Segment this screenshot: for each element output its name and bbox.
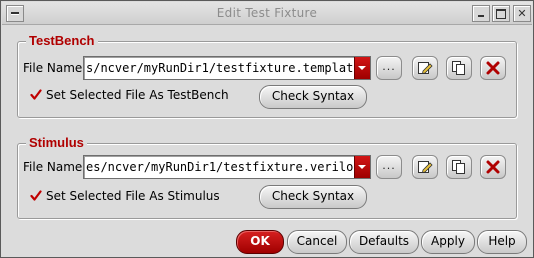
stimulus-group: Stimulus File Name es/ncver/myRunDir1/te… (17, 135, 517, 219)
help-button[interactable]: Help (477, 230, 527, 254)
edit-icon (418, 62, 433, 75)
testbench-check-syntax-button[interactable]: Check Syntax (259, 85, 367, 109)
stimulus-checkbox[interactable] (30, 190, 42, 202)
defaults-button[interactable]: Defaults (349, 230, 419, 254)
browse-label: ... (382, 60, 396, 73)
stimulus-group-label: Stimulus (26, 135, 87, 151)
testbench-group-label: TestBench (26, 33, 98, 49)
close-icon[interactable]: ✕ (513, 5, 531, 22)
delete-icon (486, 61, 500, 75)
minimize-icon[interactable] (472, 5, 490, 22)
copy-icon (452, 160, 465, 174)
chevron-down-icon[interactable] (354, 57, 370, 79)
stimulus-check-syntax-button[interactable]: Check Syntax (259, 185, 367, 209)
stimulus-file-combo[interactable]: es/ncver/myRunDir1/testfixture.verilog (83, 155, 371, 179)
testbench-file-value[interactable]: s/ncver/myRunDir1/testfixture.template (86, 60, 354, 76)
title-bar[interactable]: Edit Test Fixture ✕ (2, 2, 532, 25)
testbench-group: TestBench File Name s/ncver/myRunDir1/te… (17, 33, 517, 118)
edit-test-fixture-dialog: Edit Test Fixture ✕ TestBench File Name … (0, 0, 534, 258)
delete-icon (486, 160, 500, 174)
maximize-icon[interactable] (492, 5, 510, 22)
cancel-button[interactable]: Cancel (287, 230, 347, 254)
testbench-checkbox-label[interactable]: Set Selected File As TestBench (46, 88, 229, 102)
testbench-delete-button[interactable] (480, 56, 506, 80)
stimulus-file-name-label: File Name (23, 160, 83, 174)
browse-label: ... (382, 159, 396, 172)
testbench-edit-button[interactable] (412, 56, 438, 80)
edit-icon (418, 161, 433, 174)
testbench-file-name-label: File Name (23, 61, 83, 75)
copy-icon (452, 61, 465, 75)
testbench-checkbox[interactable] (30, 89, 42, 101)
ok-button[interactable]: OK (236, 230, 284, 254)
stimulus-copy-button[interactable] (446, 155, 472, 179)
window-title: Edit Test Fixture (216, 6, 318, 20)
stimulus-edit-button[interactable] (412, 155, 438, 179)
stimulus-delete-button[interactable] (480, 155, 506, 179)
stimulus-checkbox-label[interactable]: Set Selected File As Stimulus (46, 189, 220, 203)
testbench-file-combo[interactable]: s/ncver/myRunDir1/testfixture.template (83, 56, 371, 80)
apply-button[interactable]: Apply (421, 230, 475, 254)
stimulus-browse-button[interactable]: ... (376, 155, 402, 179)
testbench-copy-button[interactable] (446, 56, 472, 80)
stimulus-file-value[interactable]: es/ncver/myRunDir1/testfixture.verilog (86, 159, 354, 175)
testbench-browse-button[interactable]: ... (376, 56, 402, 80)
chevron-down-icon[interactable] (354, 156, 370, 178)
